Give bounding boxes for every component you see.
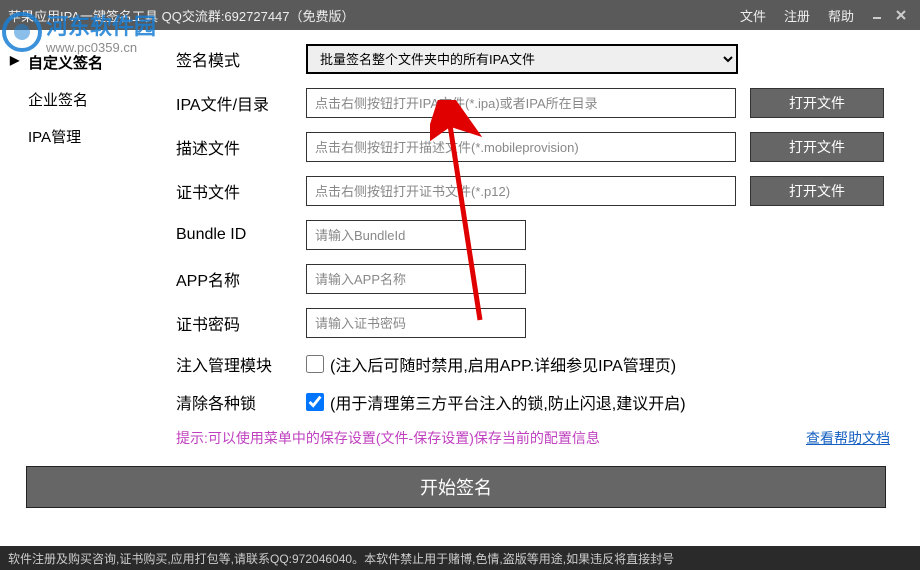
label-bundle-id: Bundle ID [176,226,306,244]
help-link[interactable]: 查看帮助文档 [806,428,890,448]
label-sign-mode: 签名模式 [176,47,306,71]
status-bar: 软件注册及购买咨询,证书购买,应用打包等,请联系QQ:972046040。本软件… [0,546,920,570]
label-cert-pwd: 证书密码 [176,311,306,335]
label-clear-locks: 清除各种锁 [176,390,306,414]
inject-note: (注入后可随时禁用,启用APP.详细参见IPA管理页) [330,352,676,376]
window-buttons [866,5,912,25]
close-icon[interactable] [890,5,912,25]
start-button-label: 开始签名 [420,474,492,500]
status-text: 软件注册及购买咨询,证书购买,应用打包等,请联系QQ:972046040。本软件… [8,550,674,567]
app-name-input[interactable] [306,264,526,294]
sidebar-item-ipa-manage[interactable]: IPA管理 [0,118,160,155]
label-app-name: APP名称 [176,267,306,291]
desc-file-input[interactable] [306,132,736,162]
clear-locks-note: (用于清理第三方平台注入的锁,防止闪退,建议开启) [330,390,686,414]
sidebar-item-label: IPA管理 [28,129,81,146]
label-desc-file: 描述文件 [176,135,306,159]
hint-text: 提示:可以使用菜单中的保存设置(文件-保存设置)保存当前的配置信息 [176,428,806,448]
menu-register[interactable]: 注册 [784,6,810,25]
sidebar-item-label: 自定义签名 [28,55,103,72]
start-sign-button[interactable]: 开始签名 [26,466,886,508]
label-ipa-path: IPA文件/目录 [176,91,306,115]
label-cert-file: 证书文件 [176,179,306,203]
sign-mode-select[interactable]: 批量签名整个文件夹中的所有IPA文件 [306,44,738,74]
ipa-path-input[interactable] [306,88,736,118]
open-desc-button[interactable]: 打开文件 [750,132,884,162]
titlebar: 苹果应用IPA一键签名工具 QQ交流群:692727447（免费版） 文件 注册… [0,0,920,30]
sidebar-item-label: 企业签名 [28,92,88,109]
inject-checkbox[interactable] [306,355,324,373]
open-cert-button[interactable]: 打开文件 [750,176,884,206]
bundle-id-input[interactable] [306,220,526,250]
sidebar-item-enterprise-sign[interactable]: 企业签名 [0,81,160,118]
minimize-icon[interactable] [866,5,888,25]
menu-bar: 文件 注册 帮助 [740,6,854,25]
label-inject: 注入管理模块 [176,352,306,376]
menu-help[interactable]: 帮助 [828,6,854,25]
main-panel: 签名模式 批量签名整个文件夹中的所有IPA文件 IPA文件/目录 打开文件 描述… [160,30,920,546]
clear-locks-checkbox[interactable] [306,393,324,411]
open-ipa-button[interactable]: 打开文件 [750,88,884,118]
sidebar-item-custom-sign[interactable]: 自定义签名 [0,44,160,81]
window-title: 苹果应用IPA一键签名工具 QQ交流群:692727447（免费版） [8,6,740,25]
cert-pwd-input[interactable] [306,308,526,338]
cert-file-input[interactable] [306,176,736,206]
menu-file[interactable]: 文件 [740,6,766,25]
